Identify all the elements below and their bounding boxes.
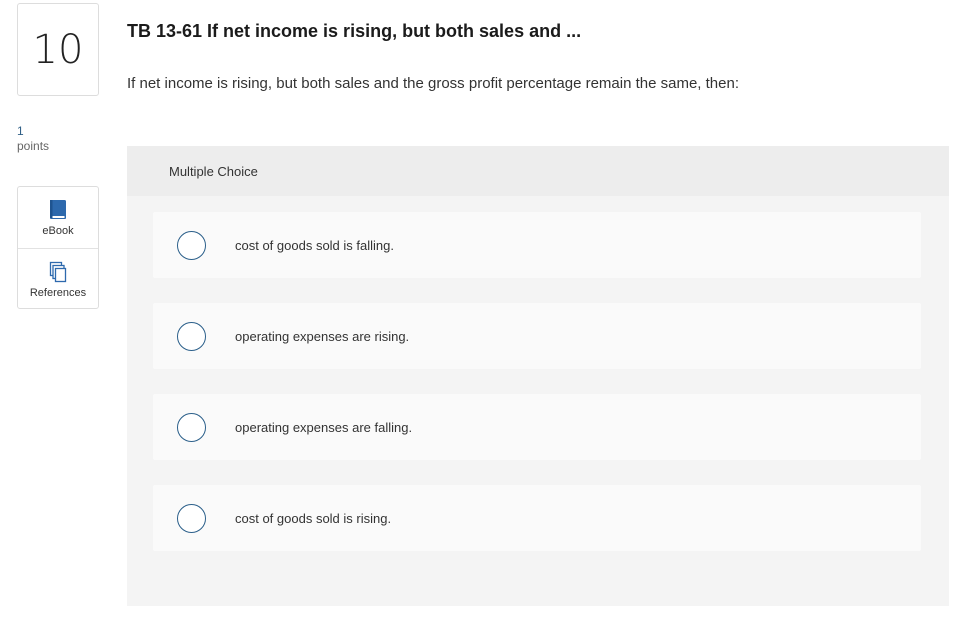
radio-button[interactable] bbox=[177, 230, 206, 260]
radio-button[interactable] bbox=[177, 321, 206, 351]
question-title: TB 13-61 If net income is rising, but bo… bbox=[127, 21, 582, 41]
choice-label: cost of goods sold is falling. bbox=[235, 237, 394, 253]
points-label: points bbox=[17, 139, 50, 153]
choice-option[interactable]: operating expenses are falling. bbox=[153, 394, 921, 460]
tools-panel: eBook References bbox=[17, 186, 99, 309]
choice-option[interactable]: cost of goods sold is rising. bbox=[153, 485, 921, 551]
ebook-label: eBook bbox=[42, 225, 74, 237]
choice-option[interactable]: operating expenses are rising. bbox=[153, 303, 921, 369]
radio-button[interactable] bbox=[177, 503, 206, 533]
question-number: 10 bbox=[17, 3, 99, 96]
question-text: If net income is rising, but both sales … bbox=[127, 75, 740, 92]
choice-label: operating expenses are rising. bbox=[235, 328, 410, 344]
choice-option[interactable]: cost of goods sold is falling. bbox=[153, 212, 921, 278]
references-label: References bbox=[29, 287, 87, 299]
ebook-button[interactable]: eBook bbox=[18, 187, 98, 248]
points-info: 1 points bbox=[17, 124, 49, 154]
documents-icon bbox=[49, 261, 67, 283]
points-value: 1 bbox=[17, 124, 24, 138]
choice-label: operating expenses are falling. bbox=[235, 419, 413, 435]
radio-button[interactable] bbox=[177, 412, 206, 442]
multiple-choice-header: Multiple Choice bbox=[127, 146, 949, 196]
multiple-choice-panel: Multiple Choice cost of goods sold is fa… bbox=[127, 146, 949, 606]
choice-label: cost of goods sold is rising. bbox=[235, 510, 392, 526]
references-button[interactable]: References bbox=[18, 248, 98, 309]
book-icon bbox=[50, 200, 66, 219]
